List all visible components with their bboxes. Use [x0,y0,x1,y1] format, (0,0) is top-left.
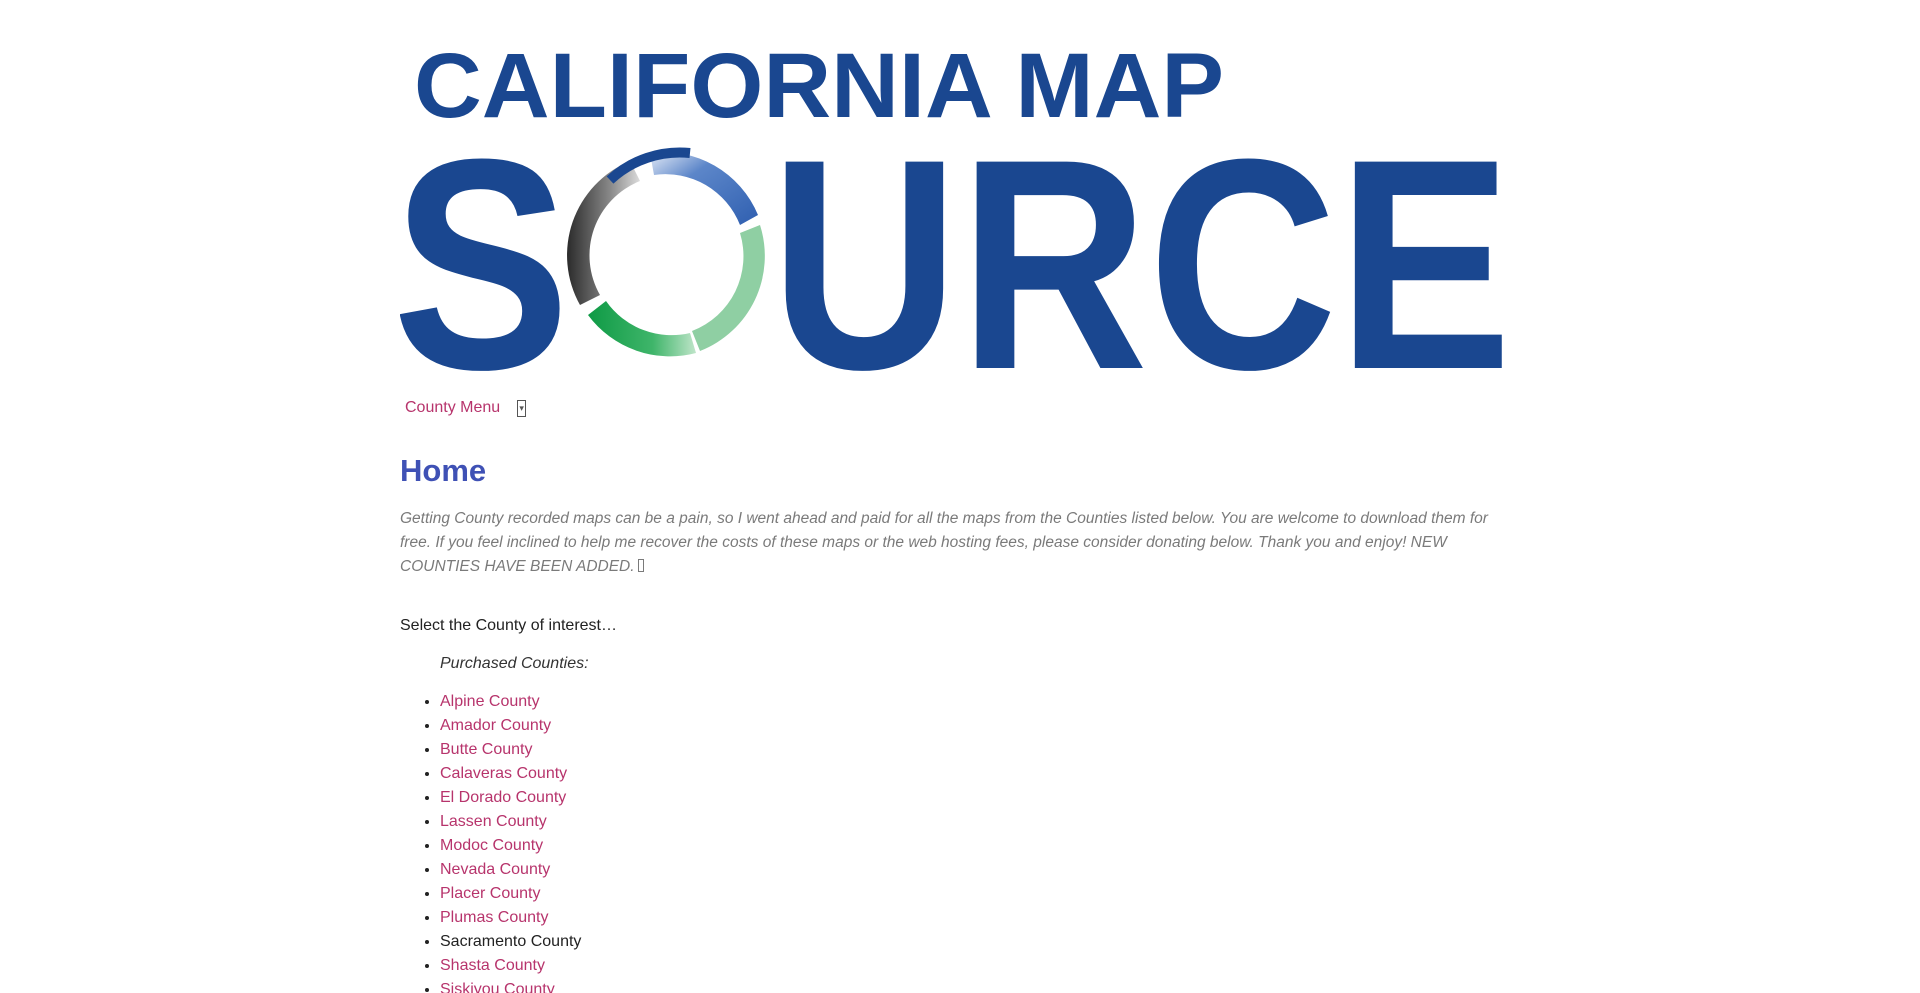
logo-letters-urce: URCE [770,96,1512,375]
county-list-item: Siskiyou County [440,978,581,993]
county-list-item: Lassen County [440,810,581,834]
purchased-counties-label: Purchased Counties: [440,655,589,672]
page: CALIFORNIA MAP S URCE County Menu ▾ Home [0,0,1920,993]
county-menu-link[interactable]: County Menu [405,399,500,417]
county-link-alpine-county[interactable]: Alpine County [440,693,540,710]
county-list-item: El Dorado County [440,786,581,810]
county-link-siskiyou-county[interactable]: Siskiyou County [440,981,555,993]
logo-letter-s: S [400,96,570,375]
county-list-item: Sacramento County [440,930,581,954]
county-list-item: Shasta County [440,954,581,978]
county-list-item: Nevada County [440,858,581,882]
county-list-item: Modoc County [440,834,581,858]
county-link-nevada-county[interactable]: Nevada County [440,861,550,878]
county-link-lassen-county[interactable]: Lassen County [440,813,547,830]
county-link-shasta-county[interactable]: Shasta County [440,957,545,974]
county-list-item: Alpine County [440,690,581,714]
county-link-butte-county[interactable]: Butte County [440,741,533,758]
select-county-label: Select the County of interest… [400,617,617,634]
county-link-placer-county[interactable]: Placer County [440,885,541,902]
county-link-sacramento-county: Sacramento County [440,933,582,950]
dropdown-toggle-icon[interactable]: ▾ [517,399,527,417]
intro-text: Getting County recorded maps can be a pa… [400,507,1512,579]
county-list-item: Amador County [440,714,581,738]
intro-body: Getting County recorded maps can be a pa… [400,510,1488,575]
county-link-calaveras-county[interactable]: Calaveras County [440,765,567,782]
county-list-item: Calaveras County [440,762,581,786]
site-logo[interactable]: CALIFORNIA MAP S URCE [400,30,1512,375]
county-link-plumas-county[interactable]: Plumas County [440,909,549,926]
county-link-el-dorado-county[interactable]: El Dorado County [440,789,566,806]
county-menu-nav: County Menu ▾ [405,397,527,419]
county-list: Alpine County Amador County Butte County Ca… [400,690,581,993]
county-list-item: Placer County [440,882,581,906]
logo-ring-icon [567,147,765,357]
county-list-item: Plumas County [440,906,581,930]
page-title: Home [400,453,487,488]
county-list-item: Butte County [440,738,581,762]
county-link-modoc-county[interactable]: Modoc County [440,837,543,854]
missing-glyph-icon [637,559,644,572]
county-link-amador-county[interactable]: Amador County [440,717,551,734]
